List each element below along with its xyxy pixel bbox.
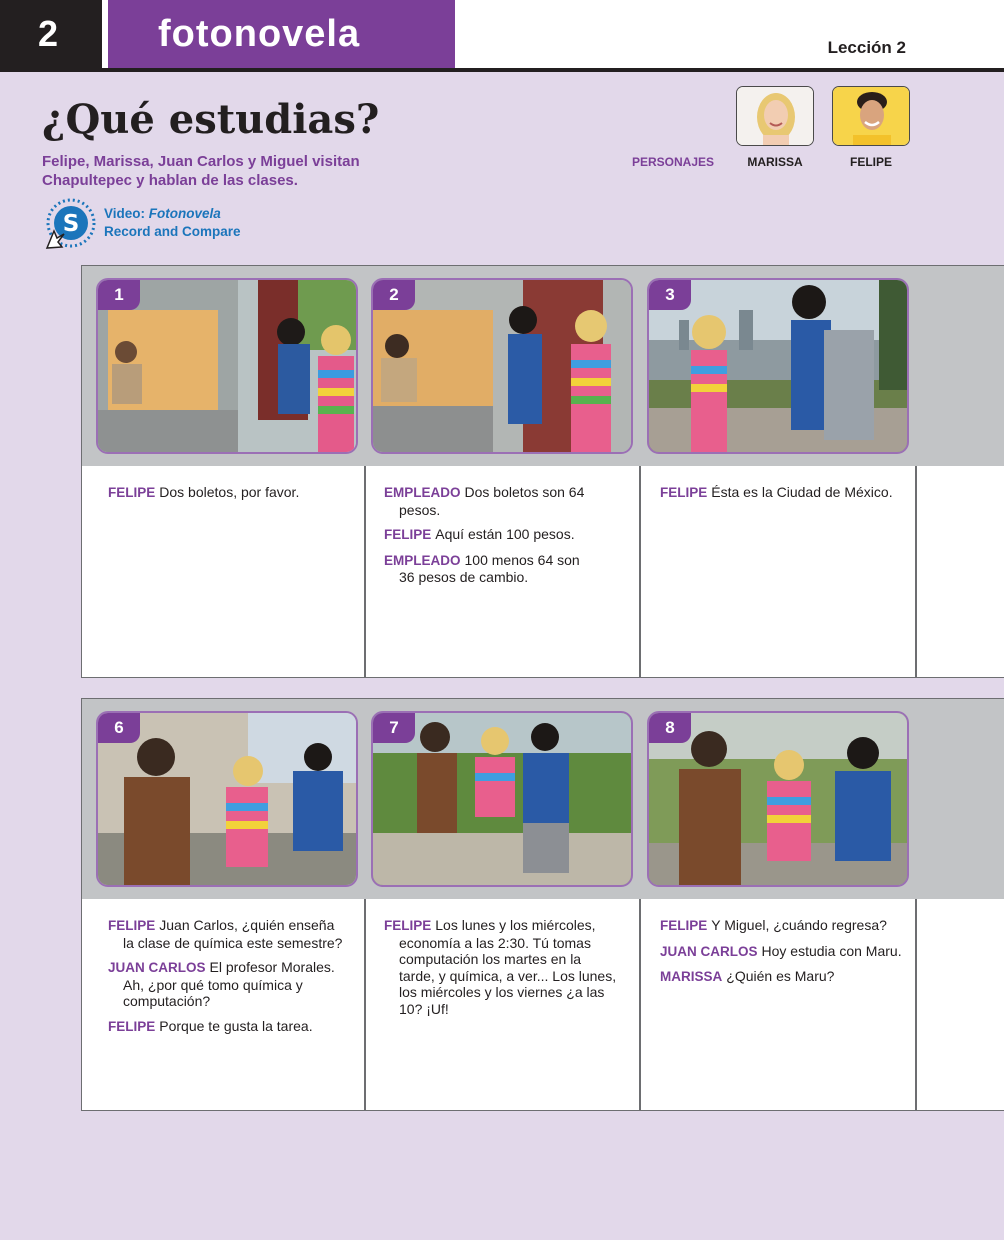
- character-name: MARISSA: [747, 155, 803, 169]
- dialog-line: EMPLEADO 100 menos 64 son 36 pesos de cam…: [384, 552, 599, 586]
- felipe-portrait: [832, 86, 910, 146]
- dialog-line: FELIPE Los lunes y los miércoles, economí…: [384, 917, 619, 1017]
- page-subtitle: Felipe, Marissa, Juan Carlos y Miguel vi…: [42, 153, 360, 189]
- comic-strip-1: 1 2 3 FELIPE Dos boletos, por favor. EMP…: [81, 265, 1004, 678]
- chapter-number: 2: [0, 0, 102, 68]
- dialog-line: MARISSA ¿Quién es Maru?: [660, 968, 910, 986]
- panel-1-photo: 1: [96, 278, 358, 454]
- dialog-text: Los lunes y los miércoles, economía a la…: [399, 917, 617, 1017]
- dialog-line: FELIPE Porque te gusta la tarea.: [108, 1018, 348, 1036]
- character-felipe: FELIPE: [831, 86, 911, 169]
- column-divider: [639, 899, 641, 1110]
- dialog-text: Ésta es la Ciudad de México.: [711, 484, 893, 500]
- column-divider: [915, 899, 917, 1110]
- panel-6-photo: 6: [96, 711, 358, 887]
- speaker-name: FELIPE: [108, 918, 156, 933]
- video-label[interactable]: Video: Fotonovela: [104, 206, 221, 221]
- speaker-name: MARISSA: [660, 969, 723, 984]
- panel-3-photo: 3: [647, 278, 909, 454]
- panel-number: 7: [373, 713, 415, 743]
- dialog-text: Aquí están 100 pesos.: [435, 526, 575, 542]
- personajes-label: PERSONAJES: [632, 155, 715, 169]
- speaker-name: EMPLEADO: [384, 485, 461, 500]
- svg-text:S: S: [63, 211, 80, 237]
- panel-2-photo: 2: [371, 278, 633, 454]
- dialog-line: FELIPE Y Miguel, ¿cuándo regresa?: [660, 917, 910, 935]
- character-name: FELIPE: [849, 155, 892, 169]
- speaker-name: FELIPE: [108, 1018, 156, 1034]
- dialog-text: Y Miguel, ¿cuándo regresa?: [711, 917, 887, 933]
- panel-8-photo: 8: [647, 711, 909, 887]
- panel-2-dialog: EMPLEADO Dos boletos son 64 pesos. FELIPE…: [384, 484, 599, 594]
- panel-number: 2: [373, 280, 415, 310]
- column-divider: [364, 466, 366, 677]
- panel-7-photo: 7: [371, 711, 633, 887]
- page-title: ¿Qué estudias?: [42, 96, 380, 143]
- lesson-label: Lección 2: [827, 38, 906, 57]
- column-divider: [915, 466, 917, 677]
- record-compare-label[interactable]: Record and Compare: [104, 224, 241, 239]
- panel-number: 8: [649, 713, 691, 743]
- panel-7-dialog: FELIPE Los lunes y los miércoles, economí…: [384, 917, 619, 1025]
- column-divider: [639, 466, 641, 677]
- dialog-text: ¿Quién es Maru?: [726, 968, 835, 984]
- speaker-name: EMPLEADO: [384, 552, 461, 568]
- dialog-text: Hoy estudia con Maru.: [761, 942, 902, 959]
- panel-3-dialog: FELIPE Ésta es la Ciudad de México.: [660, 484, 910, 510]
- section-title: fotonovela: [108, 0, 455, 68]
- speaker-name: FELIPE: [384, 527, 432, 542]
- speaker-name: FELIPE: [384, 918, 432, 933]
- dialog-line: FELIPE Dos boletos, por favor.: [108, 484, 363, 502]
- panel-number: 6: [98, 713, 140, 743]
- video-link[interactable]: S Video: Fotonovela Record and Compare: [44, 198, 284, 254]
- speaker-name: FELIPE: [660, 918, 708, 933]
- character-marissa: MARISSA: [735, 86, 815, 169]
- speaker-name: FELIPE: [660, 485, 708, 500]
- dialog-line: EMPLEADO Dos boletos son 64 pesos.: [384, 484, 599, 518]
- column-divider: [364, 899, 366, 1110]
- speaker-name: JUAN CARLOS: [660, 943, 758, 959]
- marissa-portrait: [736, 86, 814, 146]
- supersite-icon: S: [44, 198, 96, 250]
- panel-1-dialog: FELIPE Dos boletos, por favor.: [108, 484, 363, 510]
- speaker-name: JUAN CARLOS: [108, 960, 206, 975]
- comic-strip-2: 6 7 8 FELIPE Juan Carlos, ¿quién enseña …: [81, 698, 1004, 1111]
- dialog-line: FELIPE Ésta es la Ciudad de México.: [660, 484, 910, 502]
- header-rule: [0, 68, 1004, 72]
- panel-number: 1: [98, 280, 140, 310]
- panel-8-dialog: FELIPE Y Miguel, ¿cuándo regresa? JUAN CA…: [660, 917, 910, 994]
- dialog-line: FELIPE Juan Carlos, ¿quién enseña la clas…: [108, 917, 348, 951]
- panel-number: 3: [649, 280, 691, 310]
- dialog-line: JUAN CARLOS El profesor Morales. Ah, ¿por…: [108, 959, 348, 1010]
- dialog-line: FELIPE Aquí están 100 pesos.: [384, 526, 599, 544]
- panel-6-dialog: FELIPE Juan Carlos, ¿quién enseña la clas…: [108, 917, 348, 1043]
- page-header: 2 fotonovela Lección 2: [0, 0, 1004, 72]
- dialog-text: Dos boletos, por favor.: [159, 484, 300, 500]
- dialog-text: Juan Carlos, ¿quién enseña la clase de q…: [123, 917, 343, 951]
- dialog-text: Porque te gusta la tarea.: [159, 1017, 313, 1034]
- speaker-name: FELIPE: [108, 485, 156, 500]
- dialog-line: JUAN CARLOS Hoy estudia con Maru.: [660, 943, 910, 961]
